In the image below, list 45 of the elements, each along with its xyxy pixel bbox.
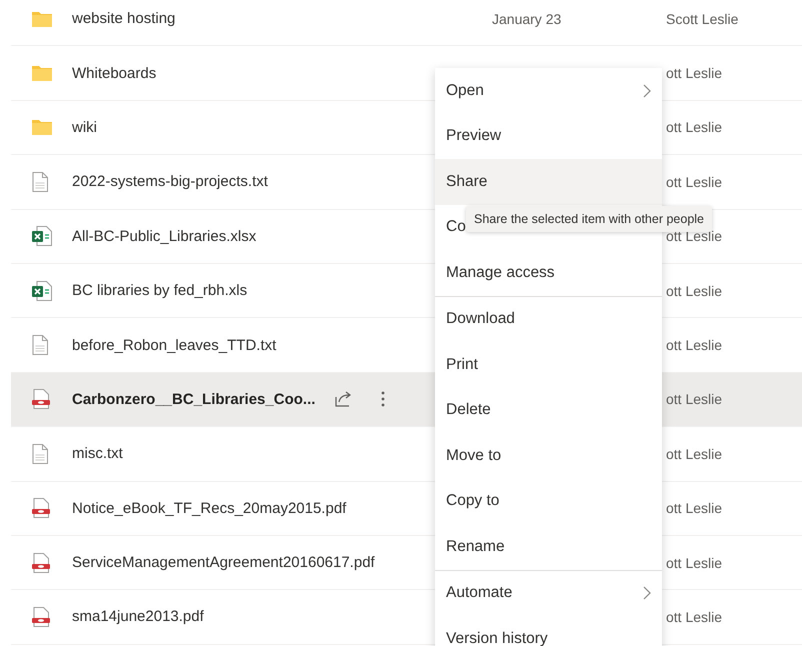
file-name: Whiteboards bbox=[72, 64, 156, 82]
file-name: 2022-systems-big-projects.txt bbox=[72, 173, 268, 190]
pdf-icon bbox=[32, 498, 50, 518]
document-icon bbox=[32, 172, 48, 192]
menu-item[interactable]: Share bbox=[435, 159, 662, 204]
file-name: before_Robon_leaves_TTD.txt bbox=[72, 336, 276, 354]
file-name: BC libraries by fed_rbh.xls bbox=[72, 282, 248, 300]
author-name: ott Leslie bbox=[666, 446, 722, 462]
spreadsheet-icon bbox=[32, 226, 52, 246]
author-name: ott Leslie bbox=[666, 337, 722, 354]
file-name: Notice_eBook_TF_Recs_20may2015.pdf bbox=[72, 500, 346, 517]
file-name: All-BC-Public_Libraries.xlsx bbox=[72, 228, 256, 245]
file-name: misc.txt bbox=[72, 445, 123, 462]
spreadsheet-icon bbox=[32, 280, 52, 301]
author-name: ott Leslie bbox=[666, 608, 722, 625]
file-name: wiki bbox=[72, 118, 97, 136]
file-name: sma14june2013.pdf bbox=[72, 608, 204, 626]
menu-item[interactable]: Version history bbox=[435, 616, 662, 646]
file-name: Carbonzero__BC_Libraries_Coo... bbox=[72, 390, 316, 408]
chevron-right-icon bbox=[643, 84, 651, 98]
pdf-icon bbox=[32, 389, 50, 410]
folder-icon bbox=[32, 65, 52, 82]
folder-icon bbox=[32, 119, 52, 136]
author-name: ott Leslie bbox=[666, 500, 722, 516]
menu-item[interactable]: Move to bbox=[435, 433, 662, 478]
author-name: ott Leslie bbox=[666, 174, 722, 190]
author-name: ott Leslie bbox=[666, 65, 722, 82]
pdf-icon bbox=[32, 552, 50, 573]
author-name: ott Leslie bbox=[666, 119, 722, 136]
document-icon bbox=[32, 444, 48, 464]
file-name: website hosting bbox=[72, 10, 176, 28]
tooltip: Share the selected item with other people bbox=[466, 206, 712, 232]
more-icon[interactable] bbox=[381, 391, 386, 408]
modified-date: January 23 bbox=[492, 10, 562, 27]
author-name: ott Leslie bbox=[666, 391, 722, 408]
chevron-right-icon bbox=[643, 586, 651, 600]
folder-icon bbox=[32, 10, 52, 27]
author-name: ott Leslie bbox=[666, 282, 722, 299]
share-icon[interactable] bbox=[335, 391, 354, 408]
author-name: ott Leslie bbox=[666, 554, 722, 571]
file-name: ServiceManagementAgreement20160617.pdf bbox=[72, 554, 375, 572]
pdf-icon bbox=[32, 606, 50, 627]
author-name: Scott Leslie bbox=[666, 10, 738, 27]
file-row[interactable]: website hosting January 23 Scott Leslie bbox=[11, 0, 802, 46]
document-icon bbox=[32, 335, 48, 356]
